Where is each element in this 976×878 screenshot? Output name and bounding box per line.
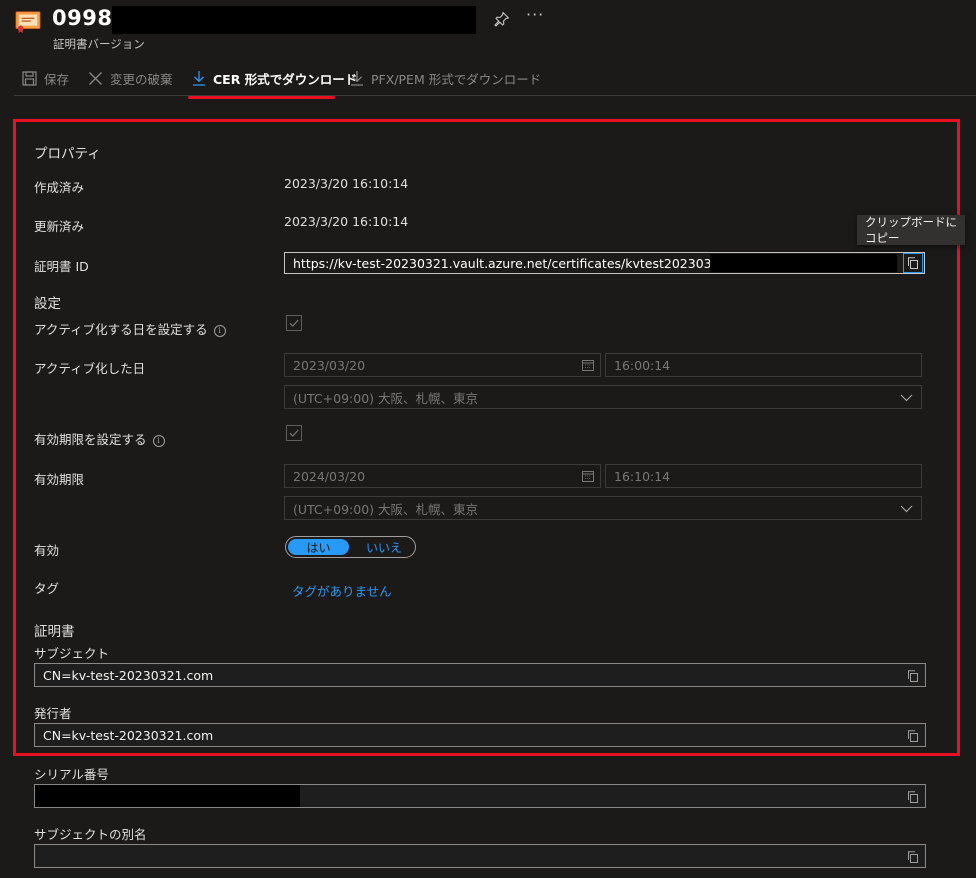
cert-id-label: 証明書 ID (34, 259, 89, 274)
save-icon (22, 70, 37, 86)
updated-value: 2023/3/20 16:10:14 (284, 214, 409, 229)
activation-timezone-select[interactable]: (UTC+09:00) 大阪、札幌、東京 (284, 385, 922, 409)
checkmark-icon (289, 429, 299, 437)
san-field[interactable] (34, 844, 926, 868)
pin-icon[interactable] (494, 11, 510, 27)
activation-checkbox[interactable] (286, 315, 302, 331)
download-icon (193, 71, 205, 86)
copy-icon[interactable] (907, 670, 919, 682)
activation-time-input[interactable]: 16:00:14 (605, 353, 922, 377)
issuer-label: 発行者 (34, 706, 72, 721)
chevron-down-icon (900, 505, 913, 513)
tags-link[interactable]: タグがありません (292, 581, 392, 600)
expiry-checkbox[interactable] (286, 425, 302, 441)
more-options-icon[interactable]: ··· (526, 5, 544, 24)
expiry-set-label: 有効期限を設定する i (34, 429, 165, 448)
calendar-icon (582, 471, 594, 482)
save-label: 保存 (44, 71, 70, 87)
download-pfx-label: PFX/PEM 形式でダウンロード (371, 71, 542, 87)
redacted-serial (35, 785, 300, 807)
copy-tooltip: クリップボードにコピー (857, 215, 965, 245)
activation-set-label: アクティブ化する日を設定する i (34, 319, 226, 338)
enabled-yes-option[interactable]: はい (288, 539, 349, 555)
page-title: 0998 (52, 6, 113, 30)
expiry-date-input[interactable]: 2024/03/20 (284, 464, 601, 488)
info-icon[interactable]: i (213, 325, 226, 337)
download-pfx-button[interactable]: PFX/PEM 形式でダウンロード (350, 64, 541, 92)
redacted-title (112, 6, 476, 34)
enabled-label: 有効 (34, 543, 60, 558)
checkmark-icon (289, 319, 299, 327)
copy-icon[interactable] (907, 791, 919, 803)
expiry-timezone-select[interactable]: (UTC+09:00) 大阪、札幌、東京 (284, 496, 922, 520)
created-value: 2023/3/20 16:10:14 (284, 176, 409, 191)
properties-section-title: プロパティ (34, 146, 101, 162)
certificate-icon (15, 11, 41, 33)
updated-label: 更新済み (34, 219, 85, 234)
page-subtitle: 証明書バージョン (53, 37, 145, 51)
cert-id-value: https://kv-test-20230321.vault.azure.net… (293, 255, 756, 271)
san-label: サブジェクトの別名 (34, 827, 147, 842)
discard-changes-button[interactable]: 変更の破棄 (88, 64, 173, 92)
serial-label: シリアル番号 (34, 767, 109, 782)
chevron-down-icon (900, 394, 913, 402)
copy-icon[interactable] (907, 851, 919, 863)
download-cer-button[interactable]: CER 形式でダウンロード (192, 64, 357, 92)
activation-date-label: アクティブ化した日 (34, 361, 146, 376)
download-icon (351, 71, 363, 86)
expiry-time-input[interactable]: 16:10:14 (605, 464, 922, 488)
download-cer-label: CER 形式でダウンロード (213, 71, 358, 87)
subject-field[interactable]: CN=kv-test-20230321.com (34, 663, 926, 687)
save-button[interactable]: 保存 (22, 64, 69, 92)
tags-label: タグ (34, 581, 60, 596)
copy-icon (908, 257, 918, 269)
discard-label: 変更の破棄 (110, 71, 173, 87)
redacted-cert-id (710, 254, 897, 272)
issuer-field[interactable]: CN=kv-test-20230321.com (34, 723, 926, 747)
subject-label: サブジェクト (34, 646, 110, 661)
expiry-date-label: 有効期限 (34, 472, 85, 487)
copy-cert-id-button[interactable] (903, 253, 923, 273)
created-label: 作成済み (34, 180, 85, 195)
enabled-no-option[interactable]: いいえ (366, 539, 402, 556)
active-tab-underline (188, 96, 335, 99)
settings-section-title: 設定 (34, 296, 61, 312)
copy-icon[interactable] (907, 730, 919, 742)
calendar-icon (582, 360, 594, 371)
certificate-section-title: 証明書 (34, 624, 75, 640)
close-icon (89, 71, 102, 85)
toolbar-divider (14, 95, 976, 96)
info-icon[interactable]: i (152, 435, 165, 447)
activation-date-input[interactable]: 2023/03/20 (284, 353, 601, 377)
